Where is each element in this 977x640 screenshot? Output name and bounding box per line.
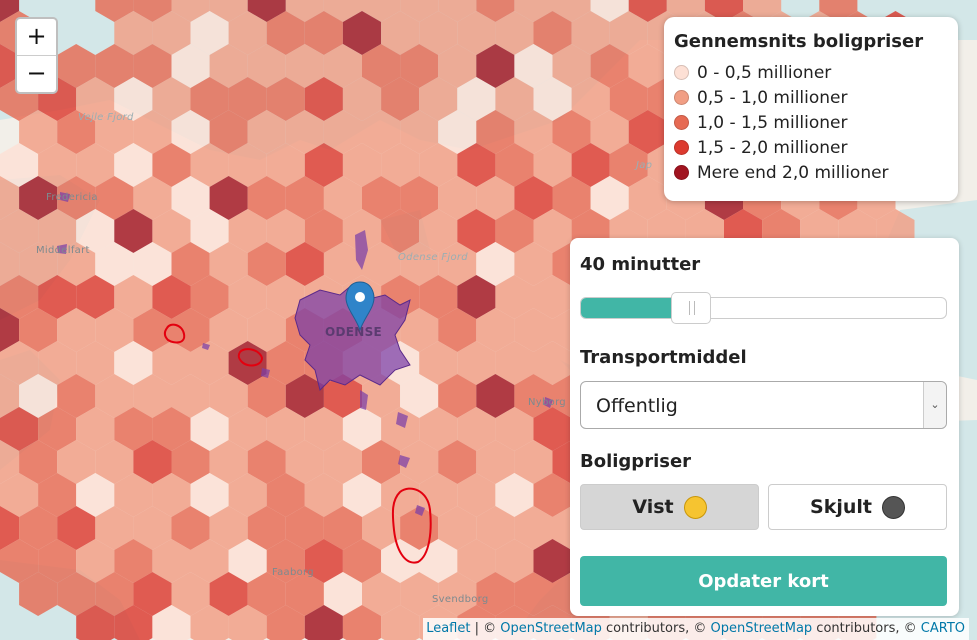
legend-swatch <box>674 140 689 155</box>
attribution-sep: | © <box>470 621 501 636</box>
map-label-nyborg: Nyborg <box>528 397 566 408</box>
legend-item: 0,5 - 1,0 millioner <box>674 85 948 110</box>
map-label-jap: Jap <box>636 160 653 171</box>
legend-label: 1,5 - 2,0 millioner <box>697 137 848 158</box>
legend-item: Mere end 2,0 millioner <box>674 160 948 185</box>
zoom-out-button[interactable]: − <box>17 55 56 92</box>
map-label-middelfart: Middelfart <box>36 245 90 256</box>
legend-swatch <box>674 165 689 180</box>
osm-link[interactable]: OpenStreetMap <box>500 621 602 636</box>
map-attribution: Leaflet | © OpenStreetMap contributors, … <box>423 618 969 640</box>
transport-selected-value: Offentlig <box>596 395 678 417</box>
moon-new-icon <box>881 495 905 519</box>
legend-swatch <box>674 90 689 105</box>
legend-label: 0,5 - 1,0 millioner <box>697 87 848 108</box>
show-prices-button[interactable]: Vist <box>580 484 759 530</box>
slider-handle[interactable] <box>671 292 711 324</box>
legend-swatch <box>674 115 689 130</box>
map-label-vejle-fjord: Vejle Fjord <box>78 112 134 123</box>
carto-link[interactable]: CARTO <box>921 621 965 636</box>
map-label-svendborg: Svendborg <box>432 594 489 605</box>
map-label-odense-fjord: Odense Fjord <box>398 252 468 263</box>
zoom-in-button[interactable]: + <box>17 19 56 55</box>
legend-label: Mere end 2,0 millioner <box>697 162 889 183</box>
attribution-text-2: contributors, © <box>812 621 921 636</box>
show-prices-label: Vist <box>632 496 674 518</box>
legend-label: 0 - 0,5 millioner <box>697 62 832 83</box>
legend-item: 1,5 - 2,0 millioner <box>674 135 948 160</box>
legend-label: 1,0 - 1,5 millioner <box>697 112 848 133</box>
map-label-faaborg: Faaborg <box>272 567 314 578</box>
attribution-text: contributors, © <box>601 621 711 636</box>
housing-prices-label: Boligpriser <box>580 451 692 472</box>
chevron-down-icon: ⌄ <box>923 382 946 428</box>
travel-time-label: 40 minutter <box>580 254 701 275</box>
transport-select[interactable]: Offentlig ⌄ <box>580 381 947 429</box>
map-label-odense: ODENSE <box>325 325 383 339</box>
legend-swatch <box>674 65 689 80</box>
osm-link-2[interactable]: OpenStreetMap <box>711 621 813 636</box>
control-panel: 40 minutter Transportmiddel Offentlig ⌄ … <box>570 238 959 616</box>
travel-time-slider[interactable] <box>580 292 947 324</box>
update-map-button[interactable]: Opdater kort <box>580 556 947 606</box>
zoom-control: + − <box>15 17 58 94</box>
hide-prices-button[interactable]: Skjult <box>768 484 947 530</box>
hide-prices-label: Skjult <box>810 496 872 518</box>
map-label-fredericia: Fredericia <box>46 192 98 203</box>
moon-full-icon <box>683 495 707 519</box>
legend-item: 1,0 - 1,5 millioner <box>674 110 948 135</box>
legend-item: 0 - 0,5 millioner <box>674 60 948 85</box>
legend-title: Gennemsnits boligpriser <box>674 31 924 52</box>
price-legend: Gennemsnits boligpriser 0 - 0,5 millione… <box>664 17 958 201</box>
transport-label: Transportmiddel <box>580 347 747 368</box>
leaflet-link[interactable]: Leaflet <box>426 621 470 636</box>
